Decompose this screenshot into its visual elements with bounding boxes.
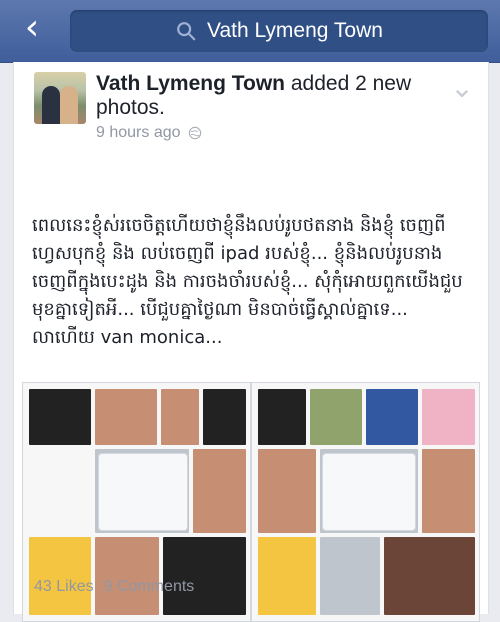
author-name[interactable]: Vath Lymeng Town — [96, 72, 285, 95]
avatar-figure-right — [60, 86, 78, 124]
globe-icon — [188, 126, 201, 140]
top-bar: ‹ Vath Lymeng Town — [0, 0, 500, 63]
photo-2[interactable] — [251, 382, 480, 622]
avatar[interactable] — [34, 72, 86, 124]
photo-2-tile-9 — [320, 537, 380, 615]
photo-1-tile-3 — [161, 389, 199, 445]
search-text: Vath Lymeng Town — [207, 19, 383, 42]
comments-count[interactable]: 9 Comments — [104, 578, 195, 596]
search-bar[interactable]: Vath Lymeng Town — [70, 10, 488, 52]
photo-1-tile-4 — [203, 389, 246, 445]
photo-1-tile-2 — [95, 389, 157, 445]
photo-1-tile-8 — [29, 537, 91, 615]
photo-2-overlay — [322, 453, 416, 531]
photo-1-overlay — [98, 453, 188, 531]
post-card: Vath Lymeng Town added 2 new photos. 9 h… — [13, 62, 489, 622]
post-title-line-1: Vath Lymeng Town added 2 new — [96, 72, 456, 96]
photo-2-tile-8 — [258, 537, 316, 615]
avatar-figure-left — [42, 86, 60, 124]
photo-2-tile-4 — [422, 389, 475, 445]
photo-2-tile-7 — [422, 449, 475, 533]
photo-1-tile-5 — [29, 449, 91, 533]
post-time[interactable]: 9 hours ago — [96, 124, 181, 142]
post-meta: 9 hours ago — [96, 124, 456, 142]
photo-2-tile-2 — [310, 389, 362, 445]
post-header: Vath Lymeng Town added 2 new photos. 9 h… — [96, 72, 456, 142]
post-action-text: added 2 new — [285, 72, 412, 95]
chevron-down-icon[interactable]: ⌄ — [450, 74, 474, 102]
photo-1-tile-9 — [95, 537, 159, 615]
likes-count[interactable]: 43 Likes — [34, 578, 94, 596]
search-icon — [177, 22, 196, 41]
photo-1-tile-1 — [29, 389, 91, 445]
photo-2-tile-3 — [366, 389, 418, 445]
photo-2-tile-10 — [384, 537, 475, 615]
back-chevron-icon[interactable]: ‹ — [18, 10, 46, 46]
photo-2-tile-5 — [258, 449, 316, 533]
post-footer: 43 Likes 9 Comments — [34, 578, 194, 596]
photo-1-tile-10 — [163, 537, 246, 615]
post-caption: ពេលនេះខ្ញុំស់រចេចិត្តហើយថាខ្ញុំនឹងលប់រូប… — [32, 215, 463, 348]
post-title-line-2: photos. — [96, 96, 165, 119]
photo-2-tile-1 — [258, 389, 306, 445]
photo-1-tile-7 — [193, 449, 246, 533]
